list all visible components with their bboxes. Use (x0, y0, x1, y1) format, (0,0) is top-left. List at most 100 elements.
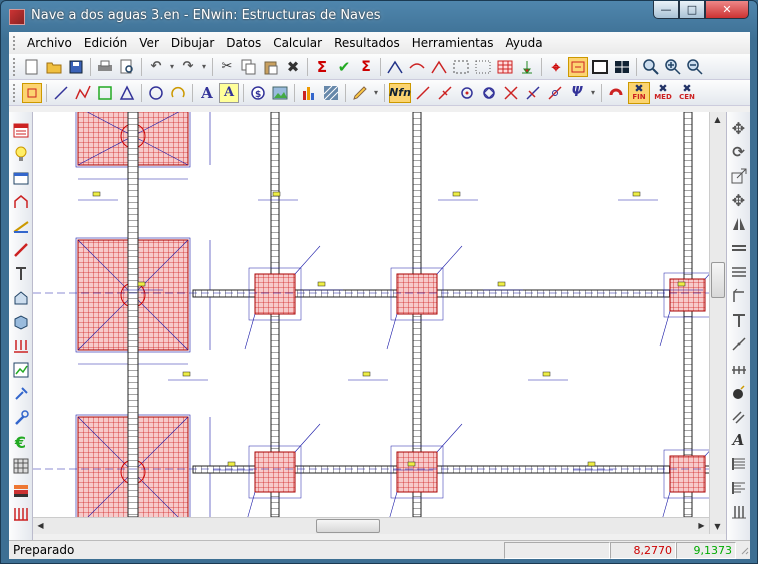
menu-edicion[interactable]: Edición (80, 36, 135, 50)
snap-quadrant-icon[interactable] (545, 83, 565, 103)
scroll-down-icon[interactable]: ▼ (710, 519, 725, 534)
symbol-icon[interactable]: $ (248, 83, 268, 103)
lightbulb-icon[interactable] (11, 144, 31, 164)
snap-line-icon[interactable] (413, 83, 433, 103)
end-point-icon[interactable]: ✖ FIN (628, 81, 650, 104)
undo-dropdown-icon[interactable]: ▾ (168, 57, 176, 77)
horizontal-scroll-thumb[interactable] (316, 519, 380, 533)
horizontal-scrollbar[interactable]: ◀ ▶ (33, 517, 709, 534)
close-button[interactable]: ✕ (705, 1, 749, 19)
text-style-icon[interactable]: A (729, 430, 749, 450)
support-icon[interactable] (517, 57, 537, 77)
calendar-icon[interactable] (11, 120, 31, 140)
scale-icon[interactable] (729, 166, 749, 186)
extend-icon[interactable] (729, 286, 749, 306)
redo-icon[interactable]: ↷ (178, 57, 198, 77)
node-icon[interactable] (385, 57, 405, 77)
slope-icon[interactable] (11, 216, 31, 236)
hatch-icon[interactable] (321, 83, 341, 103)
chart-icon[interactable] (11, 360, 31, 380)
arc-icon[interactable] (168, 83, 188, 103)
save-icon[interactable] (66, 57, 86, 77)
bar-chart-icon[interactable] (299, 83, 319, 103)
undo-icon[interactable]: ↶ (146, 57, 166, 77)
print-preview-icon[interactable] (117, 57, 137, 77)
snap-node-icon[interactable]: Nfn (389, 82, 411, 103)
mid-point-icon[interactable]: ✖ MED (652, 82, 674, 104)
table-icon[interactable] (495, 57, 515, 77)
print-icon[interactable] (95, 57, 115, 77)
align-icon[interactable] (729, 238, 749, 258)
pencil-icon[interactable] (350, 83, 370, 103)
house-icon[interactable] (11, 288, 31, 308)
snap-dropdown-icon[interactable]: ▾ (589, 83, 597, 103)
cube-icon[interactable] (11, 312, 31, 332)
rotate-icon[interactable]: ⟳ (729, 142, 749, 162)
distribute-icon[interactable] (729, 262, 749, 282)
grid4-icon[interactable] (612, 57, 632, 77)
copy-move-icon[interactable]: ✥ (729, 190, 749, 210)
polyline-icon[interactable] (73, 83, 93, 103)
break-icon[interactable] (729, 334, 749, 354)
layers-icon[interactable] (11, 480, 31, 500)
line-icon[interactable] (51, 83, 71, 103)
point-select-icon[interactable] (22, 82, 42, 103)
menu-archivo[interactable]: Archivo (23, 36, 80, 50)
select-icon[interactable] (473, 57, 493, 77)
window-icon[interactable] (590, 57, 610, 77)
menu-resultados[interactable]: Resultados (330, 36, 408, 50)
open-icon[interactable] (44, 57, 64, 77)
frame-icon[interactable] (11, 192, 31, 212)
toolbar-grip[interactable] (13, 57, 17, 76)
offset-icon[interactable] (729, 406, 749, 426)
snap-tangent-icon[interactable] (479, 83, 499, 103)
scroll-left-icon[interactable]: ◀ (33, 518, 48, 533)
move-icon[interactable]: ✥ (729, 118, 749, 138)
calc-icon[interactable]: Σ (356, 57, 376, 77)
new-icon[interactable] (22, 57, 42, 77)
app-icon[interactable] (9, 9, 25, 25)
list-align-icon[interactable] (729, 478, 749, 498)
redo-dropdown-icon[interactable]: ▾ (200, 57, 208, 77)
grid-select-icon[interactable] (11, 456, 31, 476)
sum-icon[interactable]: Σ (312, 57, 332, 77)
drawing-canvas[interactable] (33, 112, 709, 517)
toolbar-grip[interactable] (13, 36, 17, 50)
check-icon[interactable]: ✔ (334, 57, 354, 77)
zoom-in-icon[interactable] (663, 57, 683, 77)
menu-datos[interactable]: Datos (222, 36, 269, 50)
triangle-icon[interactable] (117, 83, 137, 103)
snap-free-icon[interactable]: Ψ (567, 83, 587, 103)
cut-icon[interactable]: ✂ (217, 57, 237, 77)
array-icon[interactable] (729, 358, 749, 378)
magnet-icon[interactable] (606, 83, 626, 103)
menu-herramientas[interactable]: Herramientas (408, 36, 502, 50)
zoom-icon[interactable] (641, 57, 661, 77)
rectangle-icon[interactable] (95, 83, 115, 103)
menu-ver[interactable]: Ver (135, 36, 167, 50)
euro-icon[interactable]: € (11, 432, 31, 452)
scroll-up-icon[interactable]: ▲ (710, 112, 725, 127)
paste-icon[interactable] (261, 57, 281, 77)
mark-icon[interactable] (568, 56, 588, 77)
trim-icon[interactable] (729, 310, 749, 330)
window-list-icon[interactable] (11, 168, 31, 188)
grid-icon[interactable] (451, 57, 471, 77)
menu-calcular[interactable]: Calcular (269, 36, 330, 50)
load-icon[interactable] (11, 336, 31, 356)
tool-icon[interactable] (11, 384, 31, 404)
resize-grip-icon[interactable] (736, 542, 750, 559)
snap-icon[interactable]: ⌖ (546, 57, 566, 77)
wrench-icon[interactable] (11, 408, 31, 428)
scroll-right-icon[interactable]: ▶ (694, 518, 709, 533)
text-icon[interactable]: A (197, 83, 217, 103)
circle-icon[interactable] (146, 83, 166, 103)
bar-icon[interactable] (407, 57, 427, 77)
menu-ayuda[interactable]: Ayuda (502, 36, 551, 50)
copy-icon[interactable] (239, 57, 259, 77)
zoom-out-icon[interactable] (685, 57, 705, 77)
mirror-icon[interactable] (729, 214, 749, 234)
image-icon[interactable] (270, 83, 290, 103)
maximize-button[interactable]: □ (679, 1, 705, 19)
columns-icon[interactable] (729, 502, 749, 522)
